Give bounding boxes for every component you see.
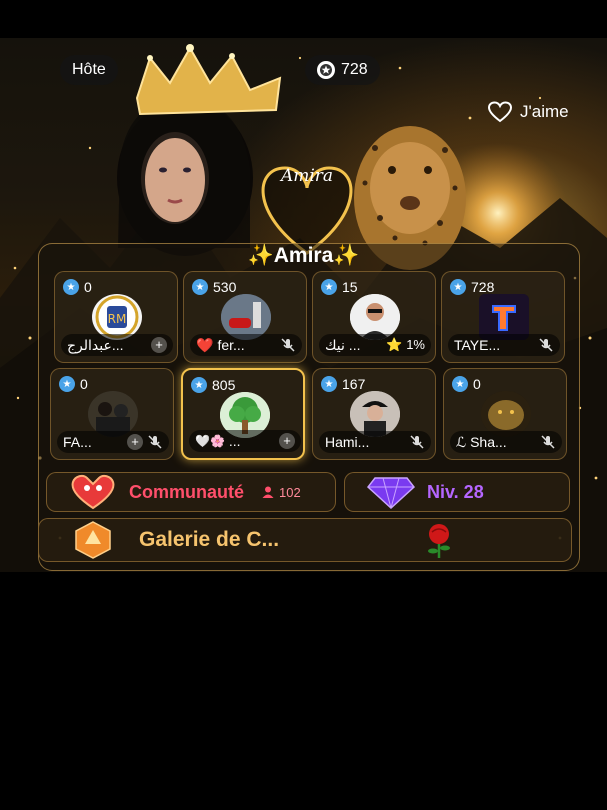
- community-button[interactable]: Communauté 102: [46, 472, 336, 512]
- seat-level-suffix: ⭐ 1%: [386, 337, 425, 352]
- community-members: 102: [279, 484, 301, 500]
- top-black-band: [0, 0, 607, 38]
- gift-box-icon: [75, 521, 111, 559]
- mic-muted-icon: [539, 338, 553, 352]
- add-icon[interactable]: +: [127, 434, 143, 450]
- seat-score: ★ 15: [321, 279, 358, 295]
- mic-muted-icon: [410, 435, 424, 449]
- seat-3[interactable]: ★ 15 نيك ... ⭐ 1%: [312, 271, 436, 363]
- seat-4[interactable]: ★ 728 TAYE...: [441, 271, 565, 363]
- like-label: J'aime: [520, 102, 569, 121]
- seat-5[interactable]: ★ 0 FA... +: [50, 368, 174, 460]
- seat-name-bar: FA... +: [57, 431, 169, 453]
- seat-1[interactable]: ★ 0 RM عبدالرج... +: [54, 271, 178, 363]
- mic-muted-icon: [148, 435, 162, 449]
- seat-6[interactable]: ★ 805 🤍🌸 ... +: [181, 368, 305, 460]
- seat-score: ★ 167: [321, 376, 365, 392]
- emoji-prefix: 🤍🌸: [195, 434, 225, 448]
- crown-icon: [135, 44, 282, 116]
- add-icon[interactable]: +: [151, 337, 167, 353]
- seat-score: ★ 805: [191, 377, 235, 393]
- seat-name: Sha...: [470, 434, 507, 450]
- like-button[interactable]: J'aime: [488, 101, 569, 123]
- mic-muted-icon: [281, 338, 295, 352]
- seat-name: ...: [228, 433, 241, 449]
- star-coin-icon: [317, 61, 335, 79]
- host-pill[interactable]: Hôte: [60, 55, 118, 85]
- star-badge-icon: ★: [450, 279, 466, 295]
- seat-score: ★ 0: [59, 376, 88, 392]
- seat-name-bar: نيك ... ⭐ 1%: [319, 334, 431, 356]
- coins-pill[interactable]: 728: [305, 55, 380, 85]
- star-badge-icon: ★: [191, 377, 207, 393]
- seat-7[interactable]: ★ 167 Hami...: [312, 368, 436, 460]
- room-title: ✨Amira✨: [247, 244, 360, 267]
- heart-mascot-icon: [71, 474, 115, 510]
- seat-name-bar: عبدالرج... +: [61, 334, 173, 356]
- coins-count: 728: [341, 61, 368, 78]
- star-badge-icon: ★: [321, 279, 337, 295]
- seat-name-bar: ❤️ fer...: [190, 334, 302, 356]
- seat-name-bar: 🤍🌸 ... +: [189, 430, 301, 452]
- name-prefix-glyph: ℒ: [456, 433, 467, 450]
- seat-score: ★ 0: [63, 279, 92, 295]
- seat-name-bar: ℒ Sha...: [450, 431, 562, 453]
- diamond-icon: [367, 477, 415, 510]
- gallery-label: Galerie de C...: [139, 528, 280, 551]
- bottom-black-area: [0, 572, 607, 810]
- seat-name: نيك ...: [325, 336, 361, 353]
- person-icon: [262, 486, 274, 498]
- seat-name: fer...: [217, 337, 245, 353]
- svg-text:RM: RM: [108, 312, 127, 326]
- room-title-name: Amira: [273, 244, 334, 267]
- star-badge-icon: ★: [63, 279, 79, 295]
- seat-name-bar: TAYE...: [448, 334, 560, 356]
- gallery-button[interactable]: Galerie de C...: [38, 518, 572, 562]
- star-badge-icon: ★: [321, 376, 337, 392]
- seat-name: FA...: [63, 434, 92, 450]
- seat-name: TAYE...: [454, 337, 501, 353]
- star-badge-icon: ★: [452, 376, 468, 392]
- seat-score: ★ 0: [452, 376, 481, 392]
- seat-score: ★ 530: [192, 279, 236, 295]
- community-label: Communauté: [129, 481, 245, 502]
- star-badge-icon: ★: [59, 376, 75, 392]
- heart-name-label: Amira: [280, 166, 334, 186]
- level-label: Niv. 28: [427, 481, 484, 502]
- star-badge-icon: ★: [192, 279, 208, 295]
- seat-name-bar: Hami...: [319, 431, 431, 453]
- level-button[interactable]: Niv. 28: [344, 472, 570, 512]
- seat-8[interactable]: ★ 0 ℒ Sha...: [443, 368, 567, 460]
- heart-prefix: ❤️: [196, 336, 214, 353]
- seat-name: Hami...: [325, 434, 370, 450]
- host-label: Hôte: [72, 61, 106, 78]
- rose-icon: [428, 524, 451, 558]
- heart-outline-icon: [488, 101, 512, 123]
- add-icon[interactable]: +: [279, 433, 295, 449]
- mic-muted-icon: [541, 435, 555, 449]
- seat-2[interactable]: ★ 530 ❤️ fer...: [183, 271, 307, 363]
- woman-portrait: [117, 98, 253, 256]
- seat-name: عبدالرج...: [67, 336, 124, 353]
- seat-score: ★ 728: [450, 279, 494, 295]
